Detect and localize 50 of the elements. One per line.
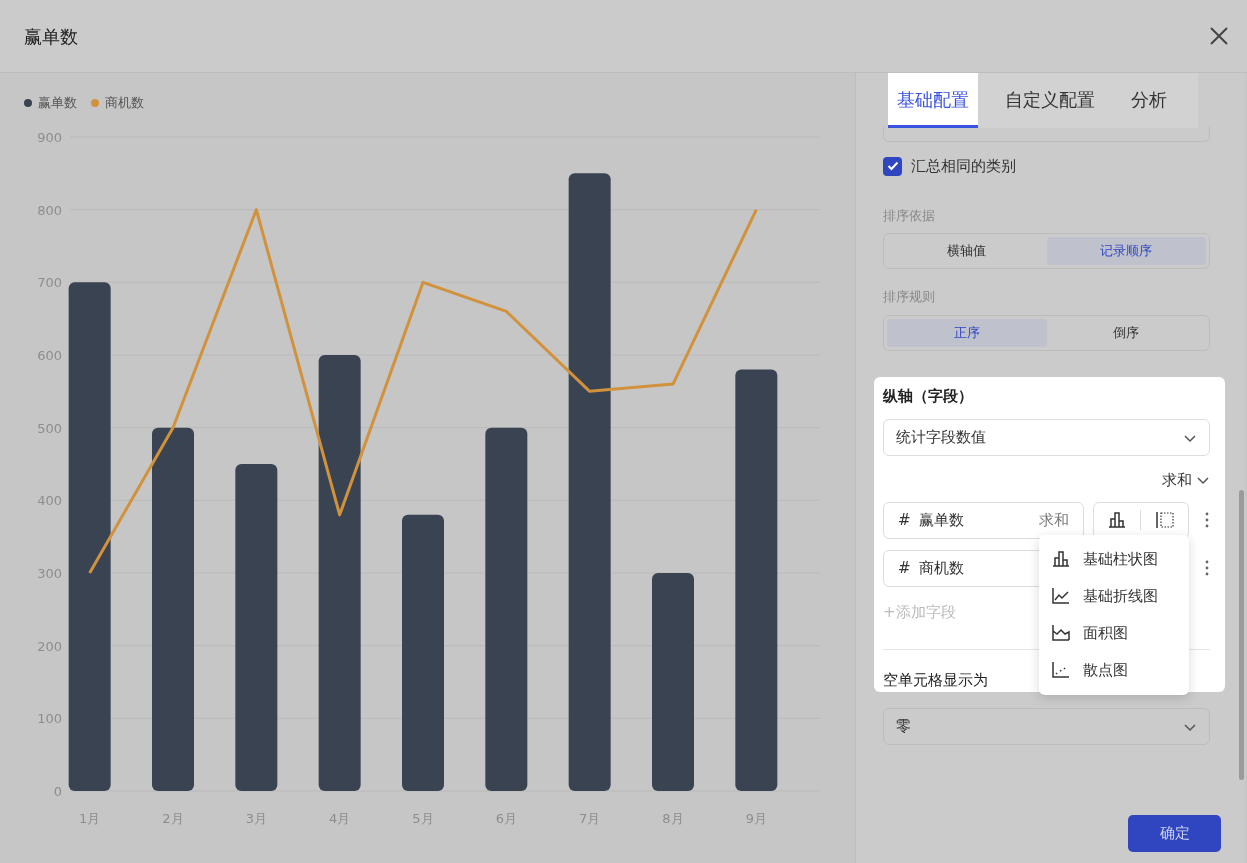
menu-item[interactable]: 散点图 (1039, 651, 1189, 689)
select-field[interactable]: 统计字段数值 (883, 419, 1210, 456)
section-title: 纵轴（字段） (883, 385, 974, 407)
y-tick-label: 300 (37, 565, 62, 581)
field-label: 排序依据 (883, 206, 936, 225)
field-name: 赢单数 (918, 509, 964, 531)
tab[interactable]: 基础配置 (888, 73, 978, 128)
legend-label: 赢单数 (38, 94, 77, 112)
dashed-frame-icon (1155, 510, 1176, 530)
confirm-button[interactable]: 确定 (1128, 815, 1221, 852)
y-tick-label: 100 (37, 710, 62, 726)
bar-chart-icon (1106, 510, 1127, 530)
more-icon[interactable] (1204, 559, 1210, 577)
select-field[interactable]: 零 (883, 708, 1210, 745)
y-tick-label: 800 (37, 202, 62, 218)
segment-option[interactable]: 记录顺序 (1046, 237, 1206, 265)
more-icon[interactable] (1204, 511, 1210, 529)
hash-symbol: # (898, 509, 911, 531)
y-tick-label: 900 (37, 129, 62, 145)
y-tick-label: 0 (53, 783, 62, 799)
checkbox[interactable] (883, 156, 902, 176)
segment-option[interactable]: 横轴值 (887, 237, 1047, 265)
legend-label: 商机数 (105, 94, 144, 112)
scatter-chart-icon (1051, 660, 1071, 680)
select-field[interactable] (883, 126, 1210, 142)
segment-option[interactable]: 正序 (887, 318, 1047, 347)
scrollbar[interactable] (1239, 490, 1244, 780)
chevron-down-icon[interactable] (1196, 474, 1210, 487)
hash-symbol: # (898, 557, 911, 579)
checkbox-label: 汇总相同的类别 (911, 156, 1016, 177)
field-label: 排序规则 (883, 288, 936, 306)
segment-option[interactable]: 倒序 (1046, 318, 1206, 347)
close-icon[interactable] (1209, 26, 1229, 46)
menu-item[interactable]: 面积图 (1039, 614, 1189, 652)
area-chart-icon (1051, 623, 1071, 643)
aggregate-label: 求和 (1039, 509, 1069, 531)
y-tick-label: 700 (37, 274, 62, 290)
tab[interactable]: 分析 (1122, 73, 1176, 128)
bar-chart-icon (1051, 549, 1071, 569)
y-tick-label: 200 (37, 638, 62, 654)
aggregate-dropdown[interactable]: 求和 (1162, 469, 1192, 492)
chart-type-button[interactable] (1093, 501, 1189, 539)
dialog-title: 赢单数 (24, 24, 78, 49)
y-tick-label: 600 (37, 347, 62, 363)
line-chart-icon (1051, 586, 1071, 606)
y-tick-label: 500 (37, 420, 62, 436)
field-name: 商机数 (918, 557, 964, 579)
y-tick-label: 400 (37, 492, 62, 508)
check-icon (886, 161, 899, 172)
tab[interactable]: 自定义配置 (996, 73, 1104, 128)
